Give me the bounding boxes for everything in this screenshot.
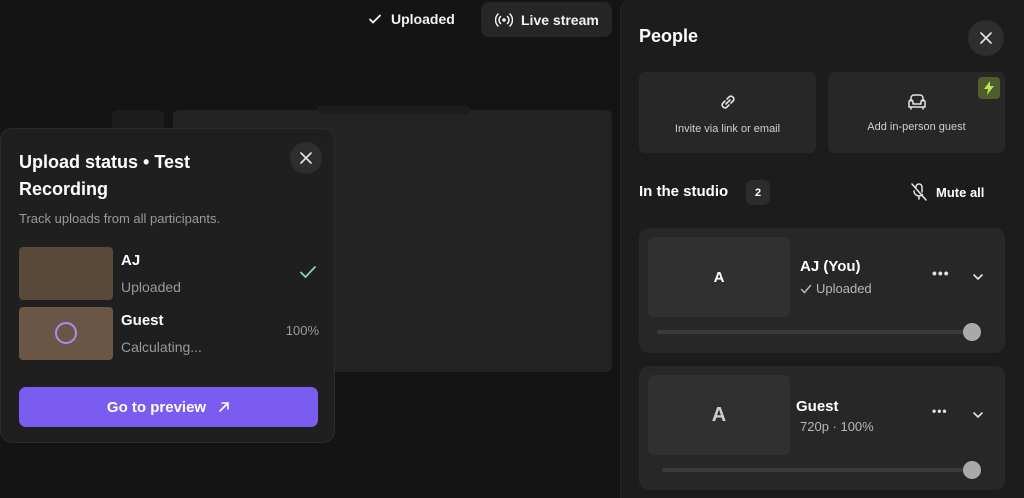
mute-all-label: Mute all: [936, 184, 985, 200]
live-stream-label: Live stream: [521, 11, 599, 28]
upload-panel-subtitle: Track uploads from all participants.: [19, 211, 221, 226]
close-icon: [980, 32, 992, 44]
upload-row-name: AJ: [121, 252, 141, 269]
upload-status-label: Uploaded: [391, 11, 455, 27]
broadcast-icon: [495, 12, 513, 27]
participant-status: 720p · 100%: [800, 419, 878, 434]
participant-status-text: Uploaded: [816, 281, 872, 296]
participant-video: A: [648, 237, 790, 317]
add-in-person-guest-button[interactable]: Add in-person guest: [828, 72, 1005, 153]
participant-video: A: [648, 375, 790, 455]
close-icon: [300, 152, 312, 164]
mute-all-button[interactable]: Mute all: [911, 183, 984, 201]
upload-status-indicator: Uploaded: [367, 0, 455, 38]
upload-row-state: Calculating...: [121, 339, 202, 355]
participant-card-guest: A Guest 720p · 100% •••: [639, 366, 1005, 490]
participant-status: Uploaded: [800, 281, 872, 296]
participant-status-text: 720p · 100%: [800, 419, 874, 434]
people-panel-close-button[interactable]: [968, 20, 1004, 56]
go-to-preview-label: Go to preview: [106, 398, 207, 416]
upload-row-guest: Guest Calculating... 100%: [19, 307, 319, 361]
live-stream-button[interactable]: Live stream: [481, 2, 612, 37]
upload-row-aj: AJ Uploaded: [19, 247, 319, 301]
upload-panel-title: Upload status • Test Recording: [19, 152, 190, 199]
invite-via-link-button[interactable]: Invite via link or email: [639, 72, 816, 153]
upload-row-name: Guest: [121, 312, 164, 329]
participant-name: Guest: [796, 398, 839, 415]
people-panel-title: People: [639, 26, 699, 46]
arrow-up-right-icon: [219, 402, 229, 412]
stage-video-top: [317, 106, 470, 114]
volume-slider-handle[interactable]: [963, 461, 981, 479]
check-icon: [800, 284, 812, 294]
chevron-down-icon[interactable]: [972, 271, 984, 283]
check-icon: [369, 14, 381, 24]
participant-name: AJ (You): [800, 258, 861, 275]
volume-slider[interactable]: [657, 323, 981, 341]
armchair-icon: [907, 93, 926, 110]
avatar: A: [713, 268, 725, 286]
in-the-studio-heading: In the studio: [639, 183, 729, 200]
go-to-preview-button[interactable]: Go to preview: [19, 387, 318, 427]
check-icon: [300, 266, 316, 279]
participant-count-badge: 2: [746, 180, 770, 205]
upload-panel-close-button[interactable]: [290, 142, 322, 174]
more-options-button[interactable]: •••: [932, 265, 950, 281]
avatar: A: [711, 403, 727, 426]
loading-spinner-icon: [55, 322, 77, 344]
more-options-button[interactable]: •••: [932, 404, 948, 418]
chevron-down-icon[interactable]: [972, 409, 984, 421]
participant-card-aj: A AJ (You) Uploaded •••: [639, 228, 1005, 353]
upload-row-progress: 100%: [285, 323, 319, 338]
participant-thumbnail: [19, 247, 113, 300]
invite-label: Invite via link or email: [674, 122, 781, 135]
volume-slider-handle[interactable]: [963, 323, 981, 341]
people-panel: People Invite via link or email Add in-p…: [620, 0, 1024, 498]
add-guest-label: Add in-person guest: [867, 120, 966, 133]
participant-thumbnail: [19, 307, 113, 360]
mic-off-icon: [911, 183, 927, 201]
link-icon: [720, 94, 735, 109]
upload-status-panel: Upload status • Test Recording Track upl…: [0, 128, 335, 443]
upload-row-state: Uploaded: [121, 279, 181, 295]
volume-slider[interactable]: [662, 461, 981, 479]
bolt-icon: [978, 77, 1000, 99]
